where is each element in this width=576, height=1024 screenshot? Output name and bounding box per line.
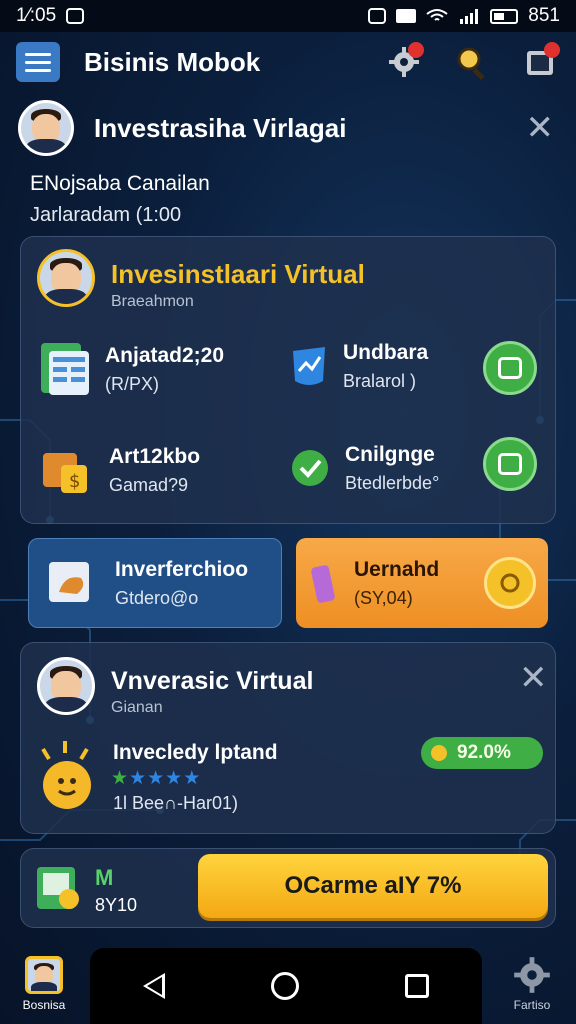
status-bar: 1⁄:05 851 [0, 0, 576, 32]
tile-sub: (SY,04) [354, 587, 413, 608]
card-item[interactable]: Undbara Bralarol ) [289, 341, 428, 392]
card-subtitle: Braeahmon [111, 293, 194, 310]
banner-close-button[interactable]: ✕ [526, 111, 555, 145]
card-avatar [37, 657, 95, 715]
card-second-item-sub: 1l Bee∩-Har01) [113, 793, 238, 813]
info-block: ENojsaba Canailan Jarlaradam (1:00 [30, 172, 210, 227]
avatar[interactable] [18, 100, 74, 156]
star-gear-icon [500, 573, 520, 593]
wifi-icon [426, 9, 448, 21]
card-item-sub: (R/PX) [105, 373, 159, 394]
rating-stars: ★★★★★ [111, 767, 201, 790]
coin-icon [431, 745, 447, 761]
nav-right-label: Fartiso [513, 998, 551, 1012]
card-item-title: Cnilgnge [345, 443, 435, 466]
notifications-button[interactable] [520, 42, 560, 82]
card-item[interactable]: $ Art12kbo Gamad?9 [39, 443, 200, 497]
investment-card: Invesinstlaari Virtual Braeahmon Anjatad… [20, 236, 556, 524]
star-icon: ★ [129, 768, 148, 789]
tile-sub: Gtdero@o [115, 587, 199, 608]
bottom-letter: M [95, 865, 114, 890]
card-item-sub: Btedlerbde° [345, 473, 440, 493]
status-right-time: 851 [528, 5, 560, 26]
alarm-icon [368, 8, 387, 24]
notification-icon [66, 8, 85, 24]
nav-avatar-icon [25, 956, 63, 994]
coin-mascot-icon [41, 741, 91, 809]
bottom-nav-right[interactable]: Fartiso [488, 956, 576, 1024]
system-nav-bar [90, 948, 482, 1024]
menu-button[interactable] [16, 42, 60, 82]
card-item[interactable]: Cnilgnge Btedlerbde° [289, 443, 439, 494]
card-item-title: Undbara [343, 341, 429, 364]
star-icon: ★ [165, 768, 184, 789]
candy-icon [311, 565, 335, 603]
gear-icon [514, 957, 550, 993]
bottom-value: 8Y10 [95, 895, 138, 915]
tile-orange[interactable]: Uernahd (SY,04) [296, 538, 548, 628]
card-title: Invesinstlaari Virtual [111, 259, 365, 289]
banner: Investrasiha Virlagai ✕ [18, 98, 558, 158]
tile-title: Inverferchioo [115, 557, 249, 581]
card-action-button[interactable] [483, 341, 537, 395]
app-header: Bisinis Mobok [0, 32, 576, 92]
virtual-card: Vnverasic Virtual Gianan ✕ Invecledy lpt… [20, 642, 556, 834]
search-icon [457, 47, 485, 80]
banner-title: Investrasiha Virlagai [94, 112, 347, 143]
recents-icon[interactable] [405, 974, 429, 998]
card-avatar [37, 249, 95, 307]
star-icon: ★ [183, 768, 202, 789]
app-title: Bisinis Mobok [84, 46, 261, 77]
wallet-icon [37, 867, 79, 909]
star-icon: ★ [147, 768, 166, 789]
card-second-item-title: Invecledy lptand [113, 741, 278, 764]
card-item[interactable]: Anjatad2;20 (R/PX) [39, 341, 224, 397]
back-icon[interactable] [143, 973, 165, 999]
tile-title: Uernahd [354, 557, 440, 581]
home-icon[interactable] [271, 972, 299, 1000]
card-second-title: Vnverasic Virtual [111, 667, 314, 695]
percent-badge: 92.0% [421, 737, 543, 769]
settings-button[interactable] [384, 42, 424, 82]
tile-blue[interactable]: Inverferchioo Gtdero@o [28, 538, 282, 628]
chart-shield-icon [293, 346, 325, 385]
card-action-button[interactable] [483, 437, 537, 491]
card-item-sub: Gamad?9 [109, 474, 189, 495]
check-chat-icon [292, 449, 328, 486]
settings-badge [408, 42, 424, 58]
shopping-bag-icon: $ [43, 453, 87, 493]
bottom-nav-left[interactable]: Bosnisa [0, 956, 88, 1024]
document-icon [49, 562, 89, 602]
info-line-2: Jarlaradam (1:00 [30, 204, 182, 226]
status-time: 1⁄:05 [16, 5, 57, 26]
card-second-subtitle: Gianan [111, 699, 163, 716]
card-item-sub: Bralarol ) [343, 371, 417, 391]
star-icon: ★ [111, 768, 130, 789]
svg-text:$: $ [69, 471, 80, 492]
spreadsheet-icon [41, 343, 89, 395]
nav-left-label: Bosnisa [22, 998, 66, 1012]
notifications-badge [544, 42, 560, 58]
card-item-title: Anjatad2;20 [105, 343, 225, 367]
cta-button[interactable]: OCarme aIY 7% [198, 854, 548, 918]
card-second-close-button[interactable]: ✕ [519, 661, 548, 695]
card-item-title: Art12kbo [109, 444, 201, 468]
percent-value: 92.0% [457, 742, 511, 763]
nfc-icon [396, 9, 417, 23]
info-line-1: ENojsaba Canailan [30, 172, 210, 195]
search-button[interactable] [452, 42, 492, 82]
tile-coin-button[interactable] [484, 557, 536, 609]
battery-icon [490, 8, 519, 24]
signal-icon [460, 9, 479, 24]
